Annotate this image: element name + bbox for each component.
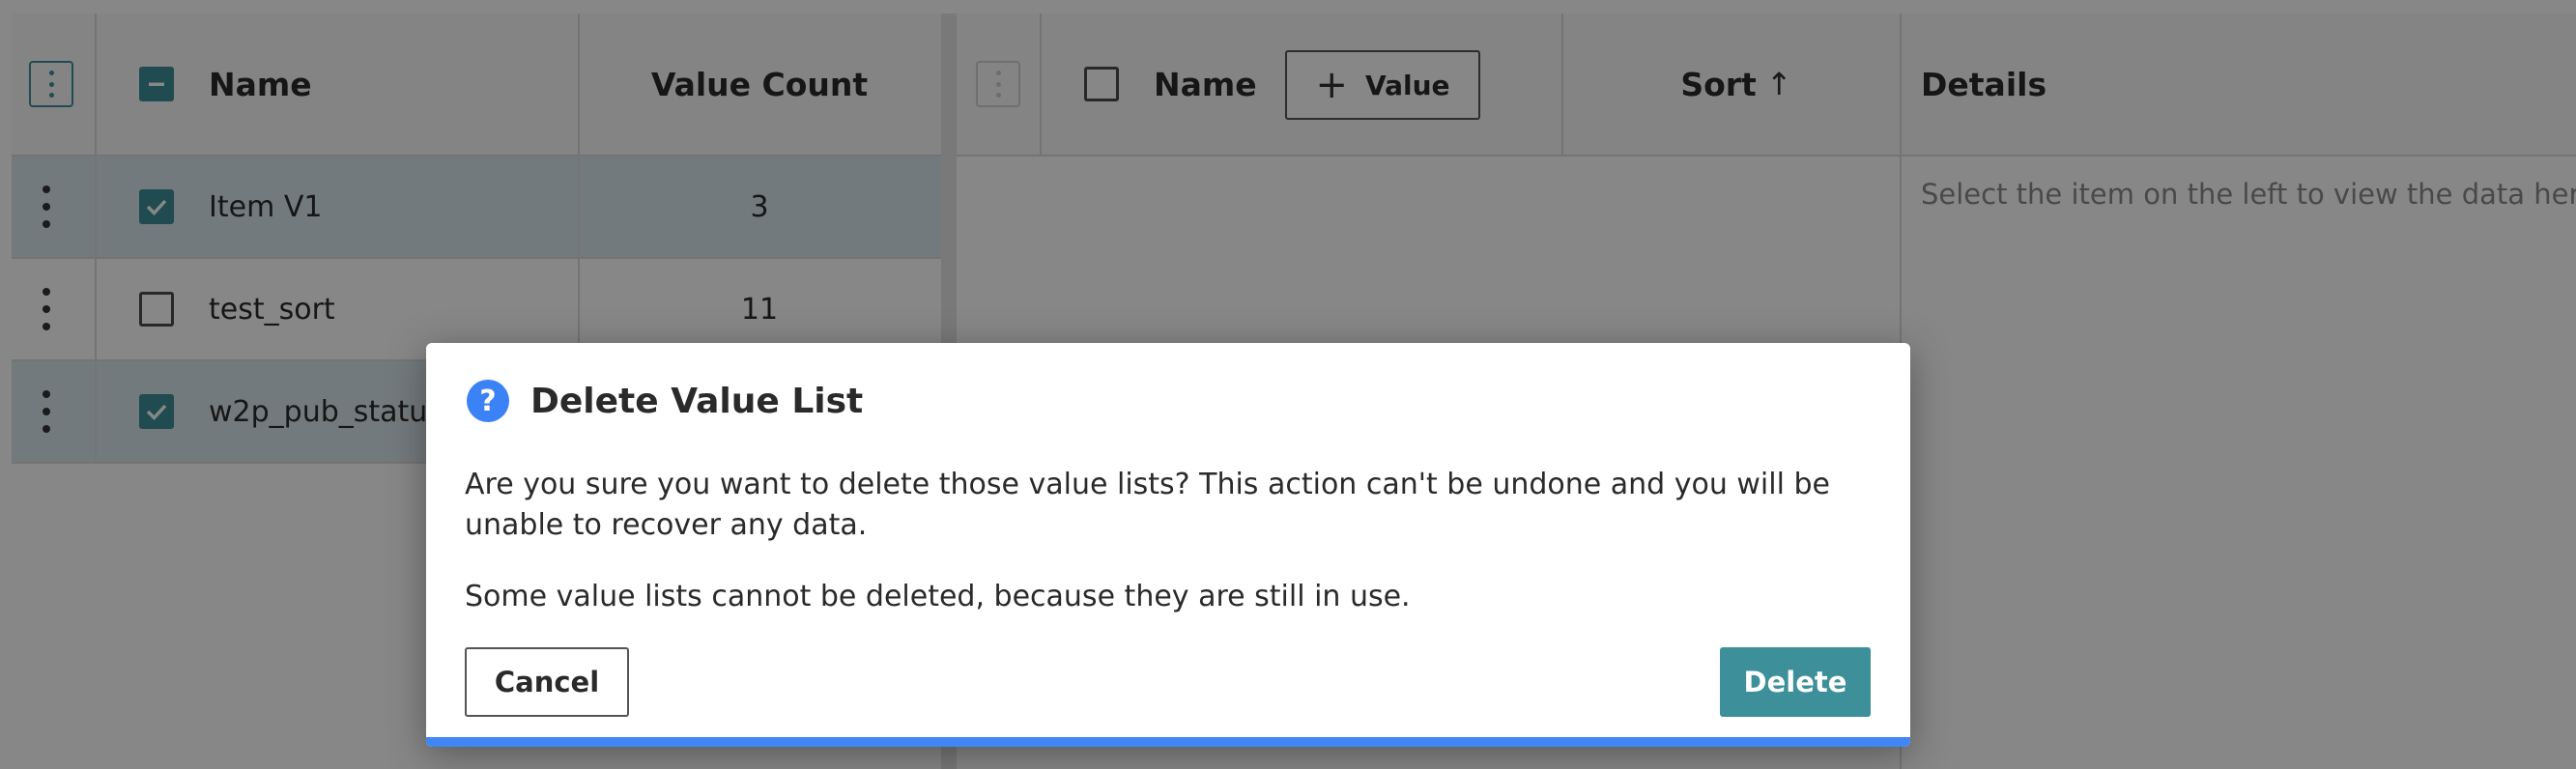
dialog-message: Are you sure you want to delete those va…: [465, 468, 1830, 542]
delete-button[interactable]: Delete: [1720, 647, 1871, 717]
value-list-manager: Name Value Count Item V1 3 test_sort 11 …: [0, 0, 2576, 769]
delete-value-list-dialog: ? Delete Value List Are you sure you wan…: [426, 343, 1910, 747]
dialog-accent-bar: [426, 737, 1910, 747]
dialog-title: Delete Value List: [530, 381, 864, 421]
cancel-button[interactable]: Cancel: [465, 647, 629, 717]
question-icon: ?: [467, 380, 509, 422]
dialog-warning: Some value lists cannot be deleted, beca…: [465, 580, 1411, 613]
dialog-header: ? Delete Value List: [467, 380, 863, 422]
